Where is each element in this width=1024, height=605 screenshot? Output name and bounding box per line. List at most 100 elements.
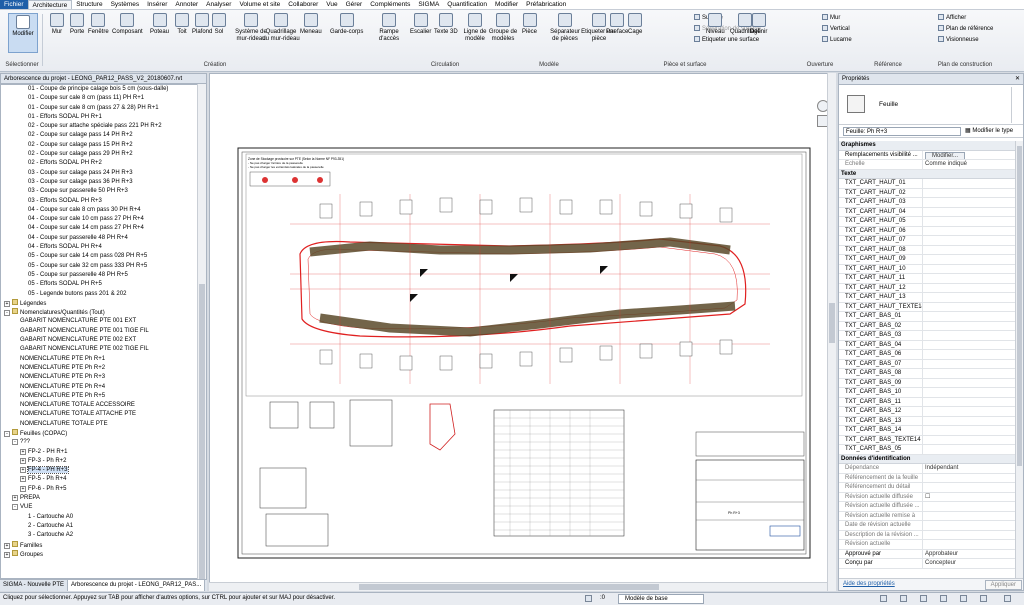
- browser-scroll-thumb[interactable]: [199, 284, 205, 584]
- tree-item[interactable]: GABARIT NOMENCLATURE PTE 002 TIGE FIL: [1, 345, 206, 354]
- property-row[interactable]: TXT_CART_BAS_07: [839, 359, 1017, 369]
- ribbon-button-1[interactable]: Porte: [70, 13, 84, 36]
- property-row[interactable]: Référencement du détail: [839, 483, 1017, 493]
- property-value[interactable]: [923, 540, 1017, 549]
- ribbon-button-20[interactable]: Par face: [606, 13, 628, 36]
- property-value[interactable]: [923, 512, 1017, 521]
- property-value[interactable]: Approbateur: [923, 550, 1017, 559]
- ribbon-button-2[interactable]: Fenêtre: [88, 13, 109, 36]
- property-row[interactable]: TXT_CART_HAUT_TEXTE14: [839, 302, 1017, 312]
- tree-item[interactable]: 02 - Coupe sur calage pass 29 PH R+2: [1, 150, 206, 159]
- property-row[interactable]: TXT_CART_BAS_02: [839, 321, 1017, 331]
- ribbon-button-22[interactable]: Niveau: [706, 13, 725, 36]
- menu-tab-5[interactable]: Annoter: [171, 0, 202, 9]
- property-value[interactable]: Comme indiqué: [923, 160, 1017, 169]
- property-category[interactable]: Données d'identification: [839, 454, 1017, 464]
- tree-item[interactable]: NOMENCLATURE PTE Ph R+4: [1, 383, 206, 392]
- property-row[interactable]: TXT_CART_BAS_03: [839, 331, 1017, 341]
- expand-toggle-icon[interactable]: -: [4, 430, 10, 437]
- ribbon-button-9[interactable]: Quadrillage du mur-rideau: [262, 13, 300, 43]
- expand-toggle-icon[interactable]: +: [20, 485, 26, 492]
- property-row[interactable]: Remplacements visibilité ... Modifier...: [839, 150, 1017, 160]
- property-row[interactable]: Révision actuelle diffusée ☐: [839, 492, 1017, 502]
- property-value[interactable]: [923, 388, 1017, 397]
- property-value[interactable]: [923, 189, 1017, 198]
- tree-item[interactable]: + Familles: [1, 540, 206, 550]
- property-row[interactable]: Description de la révision ...: [839, 530, 1017, 540]
- menu-tab-4[interactable]: Insérer: [143, 0, 171, 9]
- tree-item[interactable]: 01 - Efforts SODAL PH R+1: [1, 113, 206, 122]
- tree-item[interactable]: + Groupes: [1, 549, 206, 559]
- wall-opening-button[interactable]: Mur: [822, 14, 840, 23]
- tree-item[interactable]: -???: [1, 438, 206, 447]
- type-dropdown-icon[interactable]: [1011, 87, 1019, 123]
- property-value[interactable]: [923, 417, 1017, 426]
- tree-item[interactable]: - VUE: [1, 503, 206, 512]
- ribbon-button-16[interactable]: Groupe de modèles: [484, 13, 522, 43]
- ribbon-button-7[interactable]: Sol: [212, 13, 226, 36]
- property-row[interactable]: TXT_CART_BAS_06: [839, 350, 1017, 360]
- property-row[interactable]: TXT_CART_HAUT_03: [839, 198, 1017, 208]
- tree-item[interactable]: 2 - Cartouche A1: [1, 522, 206, 531]
- menu-tab-14[interactable]: Modifier: [491, 0, 522, 9]
- property-value[interactable]: [923, 350, 1017, 359]
- ribbon-button-11[interactable]: Garde-corps: [330, 13, 363, 36]
- drawing-canvas[interactable]: Zone de Stockage provisoire sur PTE (Sel…: [209, 73, 836, 591]
- active-model-dropdown[interactable]: Modèle de base: [618, 594, 704, 604]
- type-selector[interactable]: Feuille: [839, 85, 1023, 125]
- select-pinned-icon[interactable]: [940, 595, 947, 602]
- property-row[interactable]: TXT_CART_HAUT_08: [839, 245, 1017, 255]
- expand-toggle-icon[interactable]: +: [12, 495, 18, 502]
- tree-item[interactable]: 04 - Coupe sur passerelle 48 PH R+4: [1, 234, 206, 243]
- ribbon-button-10[interactable]: Meneau: [300, 13, 322, 36]
- expand-toggle-icon[interactable]: -: [4, 310, 10, 317]
- ribbon-button-13[interactable]: Escalier: [410, 13, 431, 36]
- ribbon-button-12[interactable]: Rampe d'accès: [370, 13, 408, 43]
- tree-item[interactable]: 04 - Coupe sur cale 14 cm pass 27 PH R+4: [1, 224, 206, 233]
- property-value[interactable]: [923, 360, 1017, 369]
- property-value[interactable]: [923, 331, 1017, 340]
- tree-item[interactable]: NOMENCLATURE PTE Ph R+1: [1, 355, 206, 364]
- tree-item[interactable]: 02 - Coupe sur calage pass 15 PH R+2: [1, 141, 206, 150]
- drawing-vscroll-thumb[interactable]: [829, 303, 835, 343]
- tree-item[interactable]: 05 - Efforts SODAL PH R+5: [1, 280, 206, 289]
- property-row[interactable]: Approuvé par Approbateur: [839, 549, 1017, 559]
- tree-item[interactable]: - Feuilles (COPAC): [1, 428, 206, 438]
- menu-tab-2[interactable]: Structure: [72, 0, 106, 9]
- expand-toggle-icon[interactable]: +: [4, 551, 10, 558]
- tree-item[interactable]: + FP-4 - PH R+3: [1, 466, 206, 475]
- property-row[interactable]: Révision actuelle diffusée ...: [839, 502, 1017, 512]
- property-value[interactable]: Indépendant: [923, 464, 1017, 473]
- property-row[interactable]: TXT_CART_BAS_11: [839, 397, 1017, 407]
- edit-type-button[interactable]: ▦ Modifier le type: [965, 127, 1013, 136]
- ribbon-button-14[interactable]: Texte 3D: [434, 13, 458, 36]
- tree-item[interactable]: 04 - Coupe sur cale 8 cm pass 30 PH R+4: [1, 206, 206, 215]
- property-value[interactable]: [923, 398, 1017, 407]
- property-value[interactable]: [923, 208, 1017, 217]
- reference-plane-button[interactable]: Plan de référence: [938, 25, 993, 34]
- ribbon-button-21[interactable]: Cage: [628, 13, 642, 36]
- drawing-hscroll-thumb[interactable]: [359, 584, 659, 590]
- menu-tab-8[interactable]: Collaborer: [284, 0, 322, 9]
- property-row[interactable]: TXT_CART_BAS_04: [839, 340, 1017, 350]
- property-row[interactable]: TXT_CART_HAUT_04: [839, 207, 1017, 217]
- property-row[interactable]: TXT_CART_BAS_09: [839, 378, 1017, 388]
- property-row[interactable]: TXT_CART_HAUT_09: [839, 255, 1017, 265]
- property-category[interactable]: Graphismes: [839, 141, 1017, 151]
- select-underlay-icon[interactable]: [920, 595, 927, 602]
- ribbon-button-17[interactable]: Pièce: [522, 13, 537, 36]
- tree-item[interactable]: 03 - Coupe sur calage pass 24 PH R+3: [1, 169, 206, 178]
- modify-button[interactable]: Modifier: [8, 13, 38, 53]
- expand-toggle-icon[interactable]: +: [4, 542, 10, 549]
- tree-item[interactable]: 03 - Coupe sur passerelle 50 PH R+3: [1, 187, 206, 196]
- tree-item[interactable]: - Nomenclatures/Quantités (Tout): [1, 308, 206, 317]
- ribbon-button-3[interactable]: Composant: [112, 13, 143, 36]
- tree-item[interactable]: 05 - Coupe sur cale 32 cm pass 333 PH R+…: [1, 262, 206, 271]
- menu-tab-10[interactable]: Gérer: [342, 0, 367, 9]
- select-by-face-icon[interactable]: [960, 595, 967, 602]
- property-value[interactable]: [923, 284, 1017, 293]
- property-value[interactable]: [923, 531, 1017, 540]
- tree-item[interactable]: GABARIT NOMENCLATURE PTE 002 EXT: [1, 336, 206, 345]
- project-browser[interactable]: 01 - Coupe de principe calage bois 5 cm …: [0, 84, 207, 579]
- ribbon-button-0[interactable]: Mur: [50, 13, 64, 36]
